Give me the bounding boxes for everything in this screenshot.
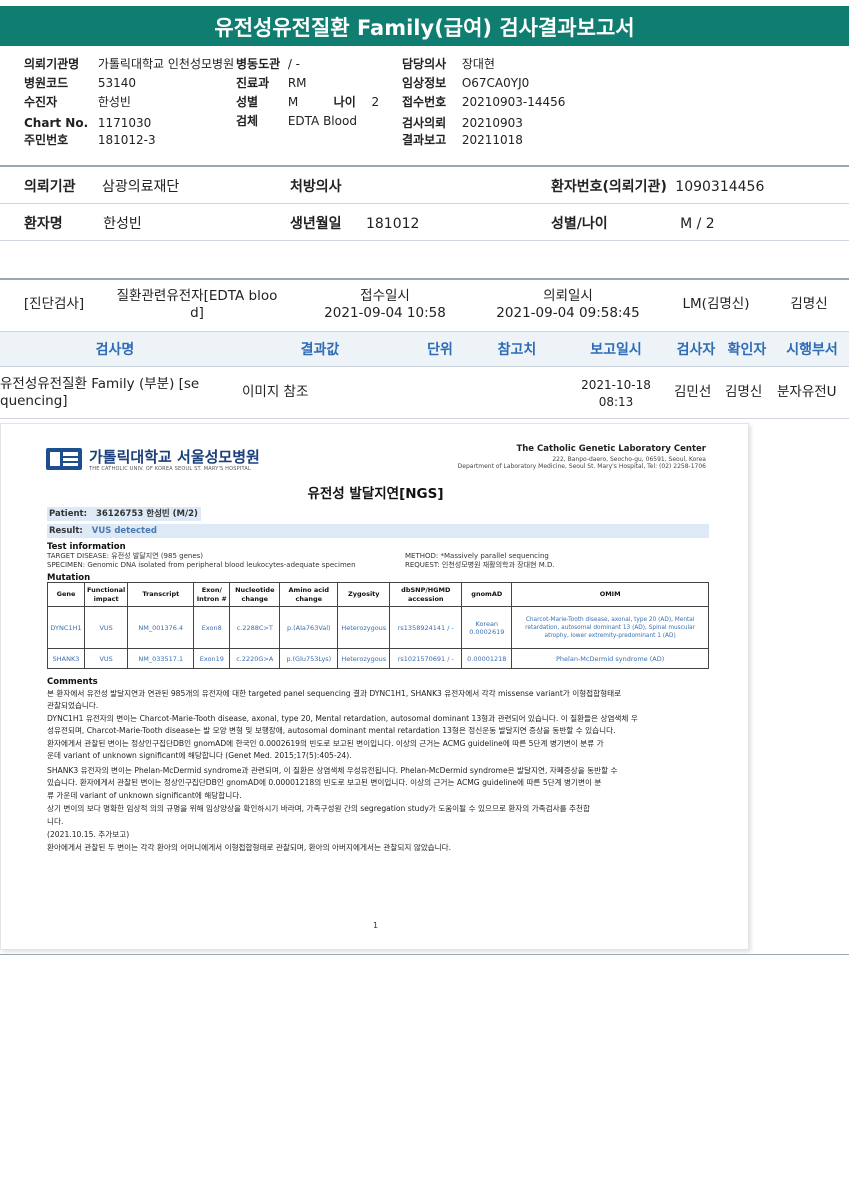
divider [0, 165, 849, 167]
mut-col-zygosity: Zygosity [337, 582, 391, 607]
result-confirmer: 김명신 [725, 384, 763, 400]
report-title: 유전성유전질환 Family(급여) 검사결과보고서 [214, 16, 635, 40]
hospital-name-en: THE CATHOLIC UNIV. OF KOREA SEOUL ST. MA… [89, 466, 252, 472]
comments-title: Comments [47, 677, 98, 687]
test-specimen: SPECIMEN: Genomic DNA isolated from peri… [47, 561, 356, 569]
order-lm: LM(김명신) [682, 296, 750, 312]
hospital-logo-icon [45, 446, 83, 472]
comment-line: 환자에게서 관찰된 변이는 정상인구집단DB인 gnomAD에 한국인 0.00… [47, 739, 604, 748]
comment-line: 본 환자에서 유전성 발달지연과 연관된 985개의 유전자에 대한 targe… [47, 689, 622, 698]
lab-address: 222, Banpo-daero, Seocho-gu, 06591, Seou… [552, 456, 706, 463]
divider [0, 203, 849, 204]
table-row: SHANK3 VUS NM_033517.1 Exon19 c.2220G>A … [47, 648, 709, 669]
result-report-datetime: 2021-10-18 08:13 [581, 378, 651, 409]
comment-line: 성유전되며, Charcot-Marie-Tooth disease는 발 모양… [47, 726, 616, 735]
report-title-bar: 유전성유전질환 Family(급여) 검사결과보고서 [0, 0, 849, 46]
report-patient-band: Patient: 36126753 한성빈 (M/2) [47, 507, 201, 521]
test-request: REQUEST: 인천성모병원 재활의학과 장대현 M.D. [405, 561, 555, 569]
mut-col-exon: Exon/ Intron # [193, 582, 231, 607]
mut-col-transcript: Transcript [127, 582, 195, 607]
col-test-name: 검사명 [95, 342, 135, 358]
result-value: 이미지 참조 [242, 384, 309, 400]
comment-line: 니다. [47, 817, 64, 826]
mut-col-amino-acid: Amino acid change [279, 582, 339, 607]
order-test-name: 질환관련유전자[EDTA bloo d] [116, 288, 278, 321]
header-patient: 수진자 한성빈 [24, 95, 131, 109]
comment-line: DYNC1H1 유전자의 변이는 Charcot-Marie-Tooth dis… [47, 714, 638, 723]
mut-col-gene: Gene [47, 582, 85, 607]
table-row: DYNC1H1 VUS NM_001376.4 Exon8 c.2288C>T … [47, 606, 709, 649]
col-report-date: 보고일시 [590, 342, 642, 358]
patient-name: 환자명 한성빈 [24, 216, 142, 232]
mut-col-dbsnp: dbSNP/HGMD accession [389, 582, 463, 607]
comment-line: 환아에게서 관찰된 두 변이는 각각 환아의 어머니에게서 이형접합형태로 관찰… [47, 843, 452, 852]
order-request: 의뢰일시 2021-09-04 09:58:45 [496, 288, 640, 321]
lab-department: Department of Laboratory Medicine, Seoul… [457, 463, 706, 470]
result-test-name: 유전성유전질환 Family (부분) [se quencing] [0, 376, 200, 409]
result-table-header: 검사명 결과값 단위 참고치 보고일시 검사자 확인자 시행부서 [0, 331, 849, 367]
result-dept: 분자유전U [777, 384, 837, 400]
header-resident-no: 주민번호 181012-3 [24, 133, 156, 147]
header-sex: 성별 M 나이 2 [236, 95, 380, 109]
result-tester: 김민선 [674, 384, 712, 400]
order-lm-name: 김명신 [790, 296, 828, 312]
report-result-band: Result: VUS detected [47, 524, 709, 538]
comment-line: 상기 변이의 보다 명확한 임상적 의의 규명을 위해 임상양상을 확인하시기 … [47, 804, 591, 813]
patient-id: 환자번호(의뢰기관) 1090314456 [551, 179, 765, 195]
patient-dob: 생년월일 181012 [290, 216, 420, 232]
comment-line: (2021.10.15. 추가보고) [47, 830, 130, 839]
test-target: TARGET DISEASE: 유전성 발달지연 (985 genes) [47, 552, 204, 560]
col-dept: 시행부서 [786, 342, 838, 358]
mutation-table: Gene Functional impact Transcript Exon/ … [47, 582, 709, 669]
header-doctor: 담당의사 장대현 [402, 57, 495, 71]
patient-org: 의뢰기관 삼광의료재단 [24, 179, 180, 195]
col-unit: 단위 [427, 342, 453, 358]
order-receipt: 접수일시 2021-09-04 10:58 [324, 288, 446, 321]
col-tester: 검사자 [676, 342, 716, 358]
mut-col-gnomad: gnomAD [461, 582, 513, 607]
divider [0, 954, 849, 955]
col-confirmer: 확인자 [727, 342, 767, 358]
lab-info: The Catholic Genetic Laboratory Center 2… [458, 444, 706, 470]
col-result: 결과값 [300, 342, 340, 358]
header-org: 의뢰기관명 가톨릭대학교 인천성모병원 [24, 57, 235, 71]
lab-name: The Catholic Genetic Laboratory Center [516, 444, 706, 454]
patient-doctor: 처방의사 [290, 179, 342, 195]
header-receipt-no: 접수번호 20210903-14456 [402, 95, 566, 109]
header-specimen: 검체 EDTA Blood [236, 114, 357, 128]
comment-line: 류 가운데 variant of unknown significant에 해당… [47, 791, 242, 800]
order-row[interactable]: [진단검사] 질환관련유전자[EDTA bloo d] 접수일시 2021-09… [0, 280, 849, 330]
mut-col-omim: OMIM [511, 582, 709, 607]
header-department: 진료과 RM [236, 76, 307, 90]
page-number: 1 [373, 921, 379, 930]
comment-line: 관찰되었습니다. [47, 701, 99, 710]
hospital-name: 가톨릭대학교 서울성모병원 [89, 448, 260, 466]
patient-sex-age: 성별/나이 M / 2 [551, 216, 715, 232]
header-clinical-info: 임상정보 O67CA0YJ0 [402, 76, 530, 90]
mut-col-nucleotide: Nucleotide change [229, 582, 281, 607]
test-info-title: Test information [47, 542, 126, 552]
header-ward: 병동도관 / - [236, 57, 301, 71]
order-category: [진단검사] [23, 296, 85, 312]
comment-line: SHANK3 유전자의 변이는 Phelan-McDermid syndrome… [47, 766, 618, 775]
comment-line: 있습니다. 환자에게서 관찰된 변이는 정상인구집단DB인 gnomAD에 0.… [47, 778, 602, 787]
report-doc-title: 유전성 발달지연[NGS] [307, 486, 444, 502]
test-method: METHOD: *Massively parallel sequencing [405, 552, 549, 560]
header-hospital-code: 병원코드 53140 [24, 76, 137, 90]
col-reference: 참고치 [497, 342, 537, 358]
comment-line: 운데 variant of unknown significant에 해당합니다… [47, 751, 352, 760]
report-image: 가톨릭대학교 서울성모병원 THE CATHOLIC UNIV. OF KORE… [0, 423, 749, 950]
divider [0, 240, 849, 241]
table-row[interactable]: 유전성유전질환 Family (부분) [se quencing] 이미지 참조… [0, 368, 849, 418]
divider [0, 418, 849, 419]
header-report-date: 결과보고 20211018 [402, 133, 523, 147]
mut-col-impact: Functional impact [83, 582, 129, 607]
